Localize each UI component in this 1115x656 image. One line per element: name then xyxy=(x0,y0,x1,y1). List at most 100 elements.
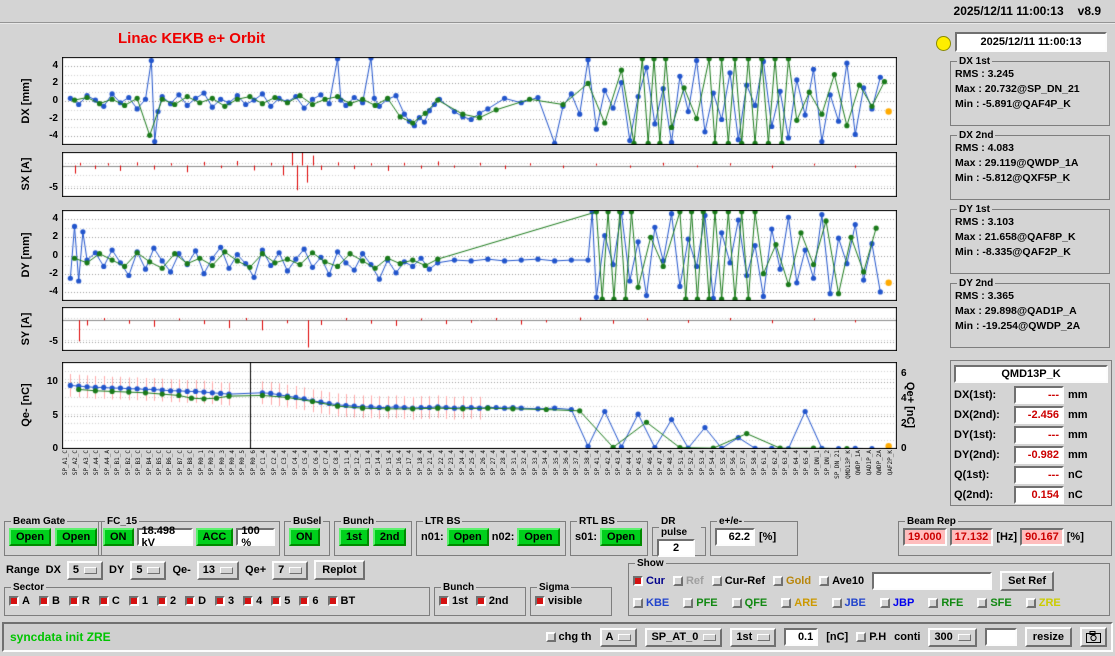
beam-gate-open-button-1[interactable]: Open xyxy=(9,528,51,546)
busel-on-button[interactable]: ON xyxy=(289,528,320,546)
sector-3[interactable]: 3 xyxy=(215,595,234,607)
beam-gate-open-button-2[interactable]: Open xyxy=(55,528,97,546)
show-are-box[interactable] xyxy=(781,598,791,608)
fc15-acc-button[interactable]: ACC xyxy=(196,528,234,546)
range-qe-plus-select[interactable]: 7 xyxy=(272,561,308,580)
threshold-field[interactable]: 0.1 xyxy=(784,628,818,646)
sector-b[interactable]: B xyxy=(39,595,60,607)
sector-4[interactable]: 4 xyxy=(243,595,262,607)
show-ref[interactable]: Ref xyxy=(673,575,704,587)
rtl-bs-title: RTL BS xyxy=(577,516,617,527)
show-jbe-box[interactable] xyxy=(832,598,842,608)
show-are-label: ARE xyxy=(794,597,817,609)
show-pfe-box[interactable] xyxy=(683,598,693,608)
show-kbe[interactable]: KBE xyxy=(633,597,669,609)
axis-tick-label: 4 xyxy=(32,60,58,71)
ph-checkbox-box[interactable] xyxy=(856,632,866,642)
bpm-selector[interactable]: QMD13P_K xyxy=(954,365,1108,383)
sector-2[interactable]: 2 xyxy=(157,595,176,607)
sigma-visible-box[interactable] xyxy=(535,596,545,606)
show-gold[interactable]: Gold xyxy=(773,575,811,587)
sector-1[interactable]: 1 xyxy=(129,595,148,607)
sector-r-box[interactable] xyxy=(69,596,79,606)
range-qe-plus-value: 7 xyxy=(278,564,284,576)
range-qe-minus-select[interactable]: 13 xyxy=(197,561,239,580)
show-ave10[interactable]: Ave10 xyxy=(819,575,864,587)
bunch-sel-2nd-box[interactable] xyxy=(476,596,486,606)
sector-a-select[interactable]: A xyxy=(600,628,638,647)
bunch-1st-button[interactable]: 1st xyxy=(339,528,369,546)
rtl-s01-open-button[interactable]: Open xyxy=(600,528,642,546)
sector-6-box[interactable] xyxy=(299,596,309,606)
sp-at-select[interactable]: SP_AT_0 xyxy=(645,628,722,647)
show-gold-box[interactable] xyxy=(773,576,783,586)
ph-checkbox[interactable]: P.H xyxy=(856,631,886,643)
sector-bt-box[interactable] xyxy=(328,596,338,606)
show-zre[interactable]: ZRE xyxy=(1026,597,1061,609)
chg-th-checkbox[interactable]: chg th xyxy=(546,631,592,643)
range-qe-minus-value: 13 xyxy=(203,564,215,576)
show-rfe-label: RFE xyxy=(941,597,963,609)
bunch-1st-select[interactable]: 1st xyxy=(730,628,776,647)
sector-5-box[interactable] xyxy=(271,596,281,606)
axis-tick-label: 2 xyxy=(32,231,58,242)
show-kbe-box[interactable] xyxy=(633,598,643,608)
option-menu-indicator xyxy=(84,567,97,574)
sector-group: Sector ABRC12D3456BT xyxy=(4,582,430,616)
show-rfe[interactable]: RFE xyxy=(928,597,963,609)
sector-d-box[interactable] xyxy=(185,596,195,606)
fc15-on-button[interactable]: ON xyxy=(103,528,134,546)
ltr-n01-open-button[interactable]: Open xyxy=(447,528,489,546)
sector-4-box[interactable] xyxy=(243,596,253,606)
show-sfe[interactable]: SFE xyxy=(977,597,1011,609)
ltr-n02-open-button[interactable]: Open xyxy=(517,528,559,546)
sector-2-box[interactable] xyxy=(157,596,167,606)
show-jbp[interactable]: JBP xyxy=(880,597,914,609)
replot-button[interactable]: Replot xyxy=(314,560,364,580)
show-jbe[interactable]: JBE xyxy=(832,597,866,609)
show-jbp-box[interactable] xyxy=(880,598,890,608)
x-axis-bpm-label: SP_C1_4 xyxy=(260,450,267,475)
sector-b-box[interactable] xyxy=(39,596,49,606)
bunch-sel-1st-box[interactable] xyxy=(439,596,449,606)
sector-c-box[interactable] xyxy=(99,596,109,606)
bunch-2nd-button[interactable]: 2nd xyxy=(373,528,407,546)
snapshot-button[interactable] xyxy=(1080,627,1107,647)
sector-r[interactable]: R xyxy=(69,595,90,607)
show-cur-box[interactable] xyxy=(633,576,643,586)
sector-a-box[interactable] xyxy=(9,596,19,606)
dr-pulse-group: DR pulse 2 xyxy=(652,516,706,556)
show-cur-ref-box[interactable] xyxy=(712,576,722,586)
sector-6[interactable]: 6 xyxy=(299,595,318,607)
sector-d[interactable]: D xyxy=(185,595,206,607)
show-cur[interactable]: Cur xyxy=(633,575,665,587)
sector-1-box[interactable] xyxy=(129,596,139,606)
sigma-visible[interactable]: visible xyxy=(535,595,582,607)
x-axis-bpm-label: SP_B1_C xyxy=(114,450,121,475)
count-input[interactable] xyxy=(985,628,1017,646)
show-ave10-box[interactable] xyxy=(819,576,829,586)
show-qfe[interactable]: QFE xyxy=(732,597,768,609)
sector-bt[interactable]: BT xyxy=(328,595,356,607)
sector-c[interactable]: C xyxy=(99,595,120,607)
show-cur-ref[interactable]: Cur-Ref xyxy=(712,575,765,587)
show-ref-box[interactable] xyxy=(673,576,683,586)
show-rfe-box[interactable] xyxy=(928,598,938,608)
range-dx-select[interactable]: 5 xyxy=(67,561,103,580)
show-are[interactable]: ARE xyxy=(781,597,817,609)
sector-a[interactable]: A xyxy=(9,595,30,607)
chg-th-checkbox-box[interactable] xyxy=(546,632,556,642)
set-ref-button[interactable]: Set Ref xyxy=(1000,571,1054,591)
bunch-sel-1st[interactable]: 1st xyxy=(439,595,468,607)
ref-file-input[interactable] xyxy=(872,572,992,590)
sector-3-box[interactable] xyxy=(215,596,225,606)
show-zre-box[interactable] xyxy=(1026,598,1036,608)
resize-button[interactable]: resize xyxy=(1025,627,1072,647)
show-sfe-box[interactable] xyxy=(977,598,987,608)
bunch-sel-2nd[interactable]: 2nd xyxy=(476,595,509,607)
range-dy-select[interactable]: 5 xyxy=(130,561,166,580)
interval-select[interactable]: 300 xyxy=(928,628,976,647)
show-pfe[interactable]: PFE xyxy=(683,597,717,609)
show-qfe-box[interactable] xyxy=(732,598,742,608)
sector-5[interactable]: 5 xyxy=(271,595,290,607)
